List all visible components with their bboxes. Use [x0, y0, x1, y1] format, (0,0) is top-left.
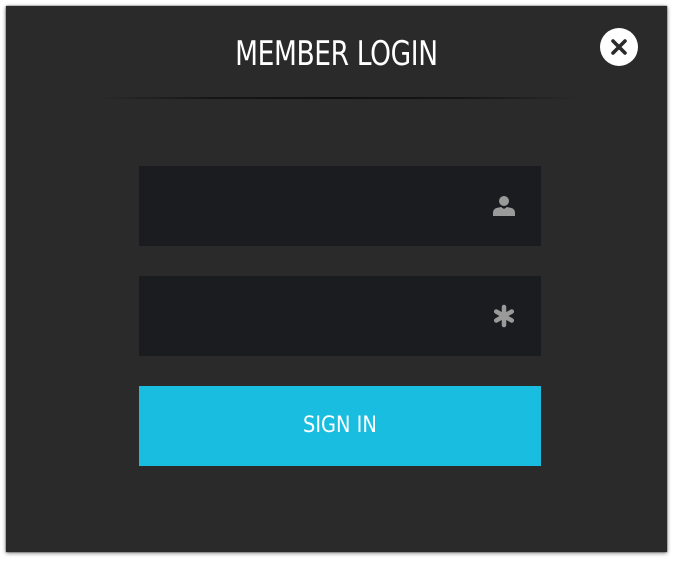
password-field: [139, 276, 541, 356]
title-divider: [98, 97, 578, 99]
asterisk-icon: [493, 304, 515, 328]
user-icon: [493, 196, 515, 216]
sign-in-button[interactable]: SIGN IN: [139, 386, 541, 466]
login-dialog: MEMBER LOGIN SIGN IN: [6, 6, 667, 552]
close-icon: [611, 39, 627, 55]
dialog-title: MEMBER LOGIN: [235, 34, 438, 74]
username-field: [139, 166, 541, 246]
sign-in-label: SIGN IN: [303, 413, 377, 438]
username-input[interactable]: [139, 166, 499, 246]
close-button[interactable]: [600, 28, 638, 66]
password-input[interactable]: [139, 276, 499, 356]
